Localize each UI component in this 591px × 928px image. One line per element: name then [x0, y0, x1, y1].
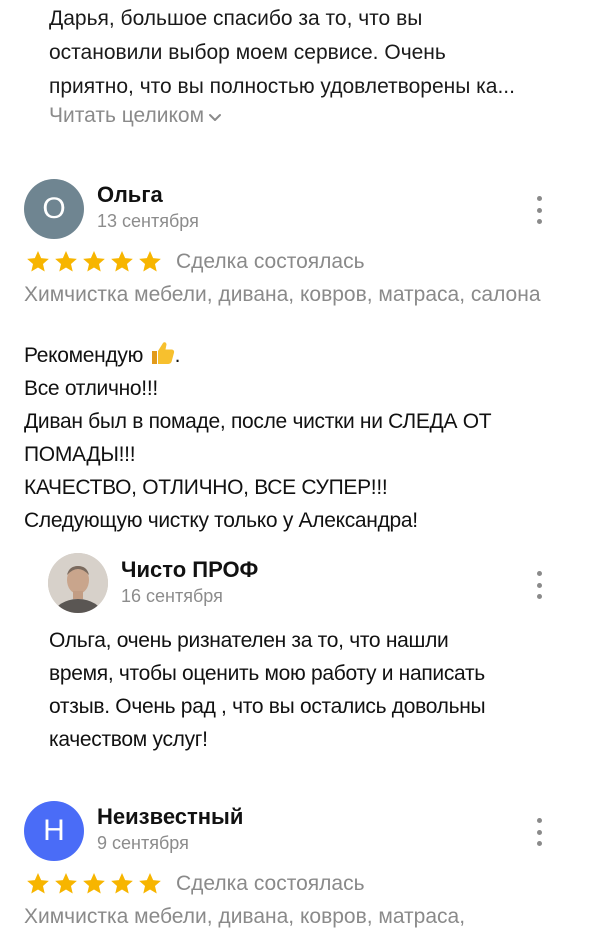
review-line-suffix: .	[174, 344, 181, 367]
review-line: Все отлично!!!	[24, 377, 158, 400]
reply-line: отзыв. Очень рад , что вы остались довол…	[49, 695, 486, 718]
avatar-letter: Н	[43, 814, 65, 847]
reply-line: Дарья, большое спасибо за то, что вы	[49, 7, 423, 30]
review-line: ПОМАДЫ!!!	[24, 443, 136, 466]
star-icon	[83, 872, 105, 894]
star-icon	[111, 250, 133, 272]
review-line: КАЧЕСТВО, ОТЛИЧНО, ВСЕ СУПЕР!!!	[24, 476, 388, 499]
review-line: Следующую чистку только у Александра!	[24, 509, 418, 532]
star-icon	[111, 872, 133, 894]
review-line: Диван был в помаде, после чистки ни СЛЕД…	[24, 410, 492, 433]
reply-line: приятно, что вы полностью удовлетворены …	[49, 75, 515, 98]
review-author: Ольга	[97, 182, 163, 207]
deal-status: Сделка состоялась	[176, 250, 365, 273]
star-icon	[83, 250, 105, 272]
reply-line: остановили выбор моем сервисе. Очень	[49, 41, 446, 64]
star-icon	[27, 872, 49, 894]
review-author: Неизвестный	[97, 804, 244, 829]
star-icon	[139, 872, 161, 894]
thumbs-up-icon	[151, 342, 174, 364]
owner-name: Чисто ПРОФ	[121, 557, 259, 582]
owner-photo	[48, 553, 108, 613]
deal-status: Сделка состоялась	[176, 872, 365, 895]
reply-text: Дарья, большое спасибо за то, что вы ост…	[49, 2, 569, 104]
star-icon	[55, 250, 77, 272]
avatar: Н	[24, 801, 84, 861]
chevron-down-icon	[209, 113, 222, 121]
owner-avatar	[48, 553, 108, 613]
reply-line: качеством услуг!	[49, 728, 208, 751]
reply-line: Ольга, очень ризнателен за то, что нашли	[49, 629, 449, 652]
star-icon	[139, 250, 161, 272]
star-rating	[24, 249, 164, 275]
rating-row: Сделка состоялась	[24, 871, 365, 897]
owner-reply-text: Ольга, очень ризнателен за то, что нашли…	[49, 624, 579, 756]
read-more-label: Читать целиком	[49, 104, 205, 127]
avatar: О	[24, 179, 84, 239]
review-line-text: Рекомендую	[24, 344, 144, 367]
review-date: 9 сентября	[97, 833, 189, 853]
review-text: Рекомендую . Все отлично!!! Диван был в …	[24, 339, 584, 537]
more-vertical-icon[interactable]	[532, 196, 546, 224]
read-more-link[interactable]: Читать целиком	[49, 104, 222, 128]
owner-reply-date: 16 сентября	[121, 586, 223, 606]
reply-line: время, чтобы оценить мою работу и написа…	[49, 662, 485, 685]
review-line: Рекомендую .	[24, 339, 584, 372]
rating-row: Сделка состоялась	[24, 249, 365, 275]
star-icon	[55, 872, 77, 894]
more-vertical-icon[interactable]	[532, 818, 546, 846]
avatar-letter: О	[42, 192, 66, 225]
service-name: Химчистка мебели, дивана, ковров, матрас…	[24, 283, 541, 306]
review-date: 13 сентября	[97, 211, 199, 231]
previous-owner-reply: Дарья, большое спасибо за то, что вы ост…	[49, 0, 569, 128]
service-name: Химчистка мебели, дивана, ковров, матрас…	[24, 905, 466, 928]
reviews-page: Дарья, большое спасибо за то, что вы ост…	[0, 0, 591, 928]
star-icon	[27, 250, 49, 272]
more-vertical-icon[interactable]	[532, 571, 546, 599]
star-rating	[24, 871, 164, 897]
